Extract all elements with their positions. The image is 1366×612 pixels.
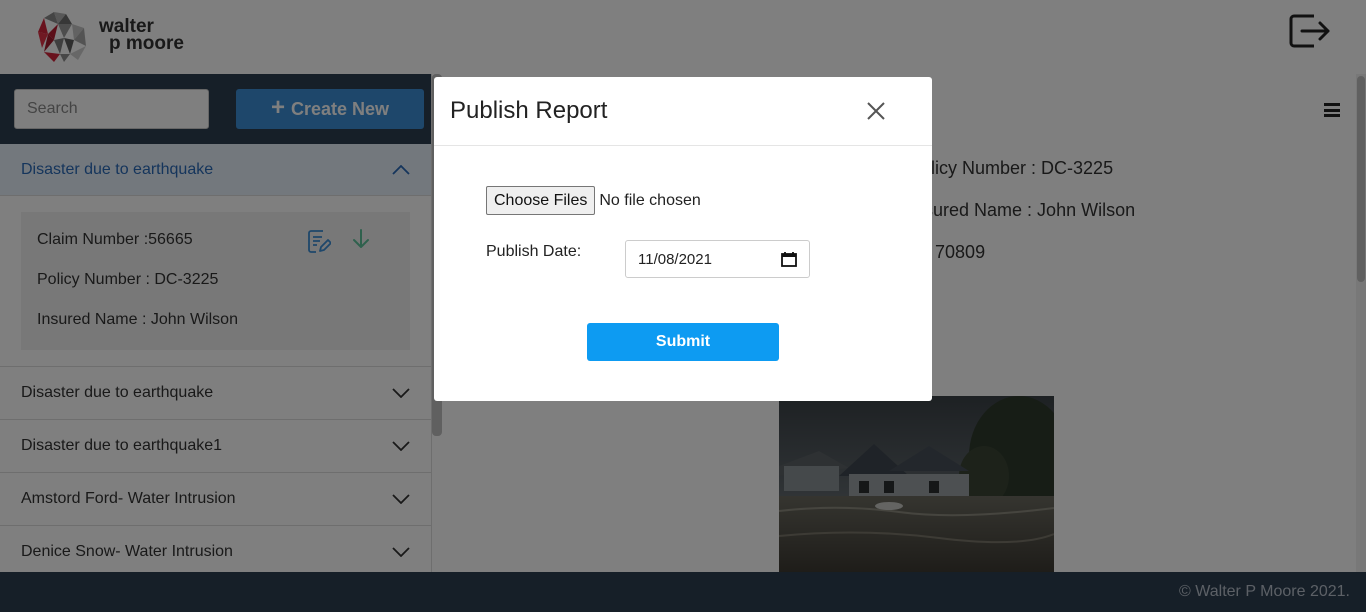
dialog-header: Publish Report [434,77,932,146]
file-picker: Choose Files No file chosen [486,186,701,215]
publish-date-label: Publish Date: [486,243,582,260]
dialog-title: Publish Report [450,97,608,124]
calendar-icon[interactable] [781,251,797,267]
publish-date-value: 11/08/2021 [638,250,712,268]
publish-date-input[interactable]: 11/08/2021 [625,240,810,278]
submit-button[interactable]: Submit [587,323,779,361]
file-status: No file chosen [599,191,701,209]
choose-files-button[interactable]: Choose Files [486,186,596,215]
close-icon[interactable] [866,101,886,121]
publish-report-dialog: Publish Report Choose Files No file chos… [434,77,932,401]
